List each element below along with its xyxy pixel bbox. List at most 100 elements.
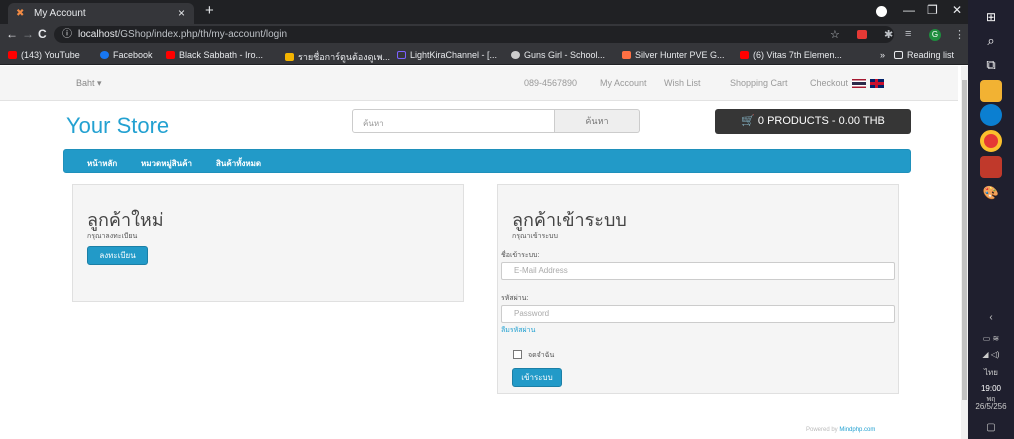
link-my-account[interactable]: My Account [600, 78, 647, 88]
reading-list-icon [894, 51, 903, 59]
forward-button[interactable]: → [22, 27, 34, 41]
returning-customer-subtitle: กรุณาเข้าระบบ [512, 233, 558, 240]
youtube-extension-icon[interactable] [857, 30, 867, 39]
tab-strip: ✖ My Account × + — ❐ ✕ [0, 0, 968, 24]
search-button[interactable]: ค้นหา [555, 109, 640, 133]
returning-customer-title: ลูกค้าเข้าระบบ [512, 210, 627, 230]
chrome-icon[interactable] [980, 130, 1002, 152]
bookmark-guns-girl[interactable]: Guns Girl - School... [511, 50, 605, 60]
register-button[interactable]: ลงทะเบียน [87, 246, 148, 265]
bookmark-vitas[interactable]: (6) Vitas 7th Elemen... [740, 50, 842, 60]
input-language[interactable]: ไทย [968, 366, 1014, 379]
bookmarks-overflow[interactable]: » [880, 50, 885, 60]
globe-icon [511, 51, 520, 59]
search-input[interactable]: ค้นหา [352, 109, 555, 133]
menu-item-all-products[interactable]: สินค้าทั้งหมด [216, 157, 261, 170]
bookmark-silver-hunter[interactable]: Silver Hunter PVE G... [622, 50, 725, 60]
new-tab-button[interactable]: + [205, 2, 214, 19]
profile-avatar[interactable]: G [929, 29, 941, 41]
username-label: ชื่อเข้าระบบ: [501, 252, 540, 259]
maximize-button[interactable]: ❐ [927, 3, 938, 17]
extensions-icon[interactable]: ✱ [884, 28, 893, 41]
browser-window: ✖ My Account × + — ❐ ✕ ← → C ⓘ localhost/… [0, 0, 968, 439]
powered-by: Powered by Mindphp.com [806, 427, 876, 433]
bookmark-star-icon[interactable]: ☆ [830, 28, 840, 41]
cart-icon: 🛒 [741, 115, 755, 127]
network-icon[interactable]: ▭ ≋ [968, 334, 1014, 343]
windows-start-icon[interactable]: ⊞ [980, 6, 1002, 28]
address-bar[interactable]: ⓘ localhost/GShop/index.php/th/my-account… [54, 26, 894, 43]
opencart-favicon-icon: ✖ [16, 8, 25, 19]
app-icon[interactable] [980, 156, 1002, 178]
url-path: /GShop/index.php/th/my-account/login [117, 29, 288, 40]
new-customer-subtitle: กรุณาลงทะเบียน [87, 233, 138, 240]
youtube-icon [166, 51, 175, 59]
bookmarks-bar: (143) YouTube Facebook Black Sabbath - I… [0, 46, 968, 65]
password-label: รหัสผ่าน: [501, 295, 529, 302]
link-wish-list[interactable]: Wish List [664, 78, 701, 88]
cart-button[interactable]: 🛒 0 PRODUCTS - 0.00 THB [715, 109, 911, 134]
returning-customer-panel: ลูกค้าเข้าระบบ กรุณาเข้าระบบ ชื่อเข้าระบ… [497, 184, 899, 394]
windows-taskbar: ⊞ ⌕ ⧉ 🎨 ‹ ▭ ≋ ◢ ◁) ไทย 19:00 พฤ 26/5/256… [968, 0, 1014, 439]
url-host: localhost [78, 29, 118, 40]
flame-icon [622, 51, 631, 59]
bookmark-cartoon-list[interactable]: รายชื่อการ์ตูนต้องดูเพ... [285, 50, 390, 64]
bookmark-facebook[interactable]: Facebook [100, 50, 153, 60]
remember-me-checkbox[interactable] [513, 350, 522, 359]
english-flag-icon[interactable] [870, 79, 884, 88]
forgot-password-link[interactable]: ลืมรหัสผ่าน [501, 325, 535, 336]
currency-selector[interactable]: Baht ▾ [76, 78, 102, 89]
volume-icon[interactable]: ◢ ◁) [968, 350, 1014, 359]
web-page: Baht ▾ 089-4567890 My Account Wish List … [0, 66, 958, 439]
profile-indicator-icon[interactable] [876, 6, 887, 17]
youtube-icon [740, 51, 749, 59]
bookmark-lightkira[interactable]: LightKiraChannel - [... [397, 50, 497, 60]
thai-flag-icon[interactable] [852, 79, 866, 88]
link-shopping-cart[interactable]: Shopping Cart [730, 78, 788, 88]
link-checkout[interactable]: Checkout [810, 78, 848, 88]
tab-close-icon[interactable]: × [178, 6, 185, 20]
notifications-icon[interactable]: ▢ [968, 422, 1014, 433]
menu-item-home[interactable]: หน้าหลัก [87, 157, 117, 170]
tab-my-account[interactable]: ✖ My Account × [8, 3, 194, 24]
vertical-scrollbar[interactable] [961, 66, 968, 439]
mindphp-link[interactable]: Mindphp.com [839, 427, 875, 433]
paint-icon[interactable]: 🎨 [980, 182, 1002, 204]
menu-kebab-icon[interactable]: ⋮ [954, 28, 965, 41]
file-explorer-icon[interactable] [980, 80, 1002, 102]
tab-title: My Account [34, 8, 86, 19]
youtube-icon [8, 51, 17, 59]
cartoon-icon [285, 53, 294, 61]
remember-me-label: จดจำฉัน [528, 352, 555, 359]
email-field[interactable]: E-Mail Address [501, 262, 895, 280]
minimize-button[interactable]: — [903, 3, 915, 17]
scrollbar-thumb[interactable] [962, 80, 967, 400]
caret-down-icon: ▾ [97, 78, 102, 88]
password-field[interactable]: Password [501, 305, 895, 323]
clock-time[interactable]: 19:00 [968, 384, 1014, 393]
task-view-icon[interactable]: ⧉ [980, 54, 1002, 76]
clock-date: 26/5/256 [975, 402, 1007, 411]
new-customer-title: ลูกค้าใหม่ [87, 210, 164, 230]
close-window-button[interactable]: ✕ [952, 3, 962, 17]
back-button[interactable]: ← [6, 27, 18, 41]
media-control-icon[interactable]: ≡ [905, 28, 911, 40]
info-icon[interactable]: ⓘ [62, 29, 72, 40]
reading-list[interactable]: Reading list [894, 50, 954, 60]
bookmark-youtube[interactable]: (143) YouTube [8, 50, 80, 60]
search-icon[interactable]: ⌕ [980, 30, 1002, 52]
menu-item-categories[interactable]: หมวดหมู่สินค้า [141, 157, 192, 170]
facebook-icon [100, 51, 109, 59]
main-menu: หน้าหลัก หมวดหมู่สินค้า สินค้าทั้งหมด [63, 149, 911, 173]
address-toolbar: ← → C ⓘ localhost/GShop/index.php/th/my-a… [0, 24, 968, 46]
login-button[interactable]: เข้าระบบ [512, 368, 562, 387]
new-customer-panel: ลูกค้าใหม่ กรุณาลงทะเบียน ลงทะเบียน [72, 184, 464, 302]
edge-icon[interactable] [980, 104, 1002, 126]
reload-button[interactable]: C [38, 27, 47, 41]
cart-summary: 0 PRODUCTS - 0.00 THB [757, 115, 885, 127]
store-logo[interactable]: Your Store [66, 113, 169, 139]
bookmark-black-sabbath[interactable]: Black Sabbath - Iro... [166, 50, 263, 60]
phone-number: 089-4567890 [524, 78, 578, 88]
show-hidden-icons-icon[interactable]: ‹ [968, 312, 1014, 323]
store-top-bar: Baht ▾ 089-4567890 My Account Wish List … [0, 66, 958, 101]
